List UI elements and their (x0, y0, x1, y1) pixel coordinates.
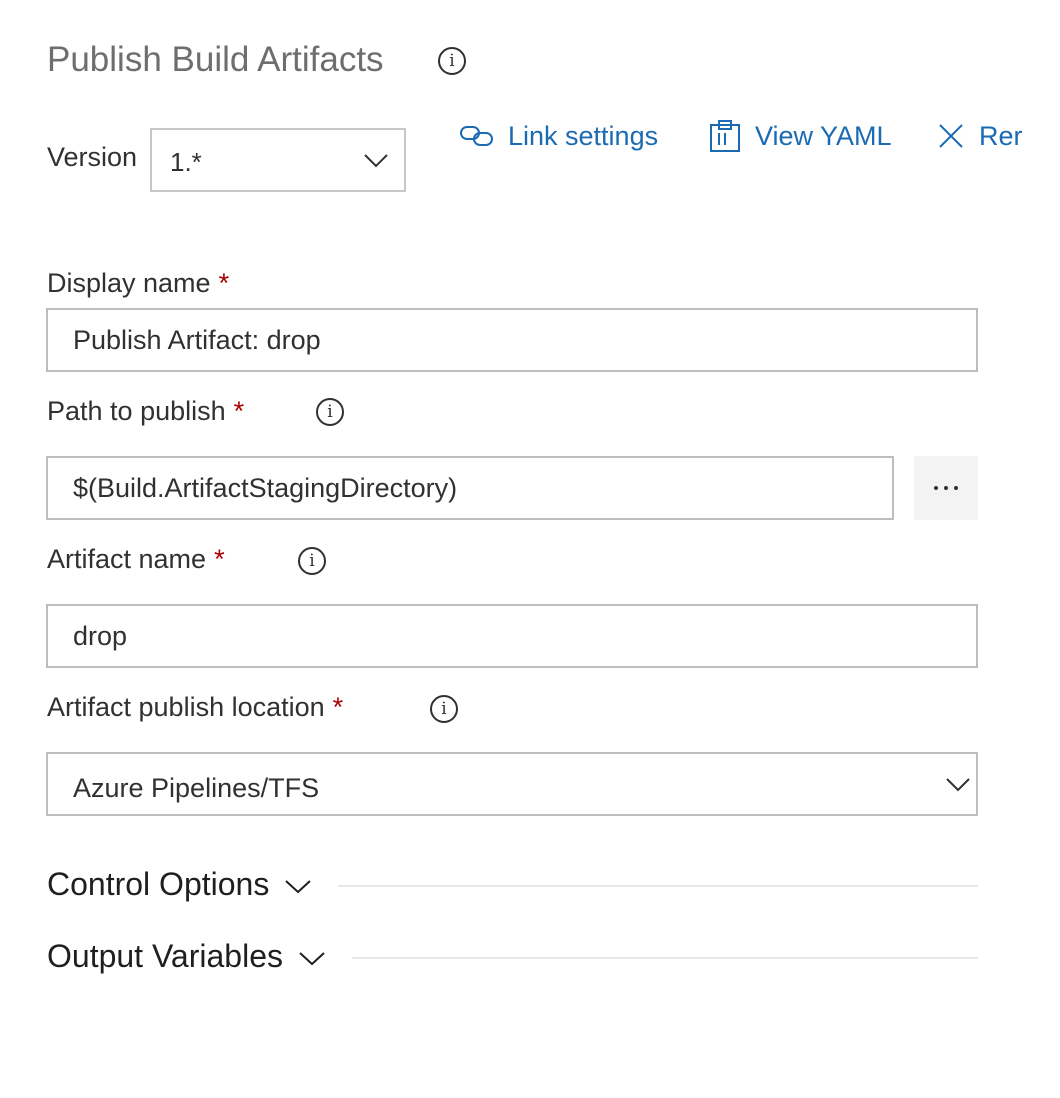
close-icon (939, 124, 963, 148)
remove-label: Rer (979, 121, 1023, 151)
view-yaml-button[interactable]: View YAML (709, 119, 892, 153)
link-icon (460, 126, 493, 146)
publish-location-value: Azure Pipelines/TFS (73, 773, 320, 803)
path-to-publish-input[interactable]: $(Build.ArtifactStagingDirectory) (46, 456, 894, 520)
clipboard-icon (710, 120, 740, 152)
path-to-publish-label: Path to publish * (47, 394, 244, 428)
artifact-name-input[interactable]: drop (46, 604, 978, 668)
control-options-label: Control Options (47, 866, 270, 902)
artifact-name-value: drop (73, 621, 128, 651)
artifact-name-label-text: Artifact name (47, 544, 207, 574)
display-name-value: Publish Artifact: drop (73, 325, 321, 355)
chevron-down-icon (299, 952, 325, 966)
display-name-input[interactable]: Publish Artifact: drop (46, 308, 978, 372)
remove-button[interactable]: Rer (937, 119, 1023, 153)
version-select[interactable]: 1.* (150, 128, 406, 192)
page-title: Publish Build Artifacts (47, 40, 384, 79)
output-variables-toggle[interactable]: Output Variables (47, 936, 325, 976)
version-label: Version (47, 142, 138, 172)
chevron-down-icon (946, 778, 970, 792)
version-value: 1.* (170, 147, 202, 177)
required-marker: * (233, 396, 245, 426)
publish-location-select[interactable]: Azure Pipelines/TFS (46, 752, 978, 816)
output-variables-label: Output Variables (47, 938, 283, 974)
publish-location-label-text: Artifact publish location (47, 692, 325, 722)
view-yaml-label: View YAML (755, 121, 892, 151)
publish-location-label: Artifact publish location * (47, 690, 343, 724)
browse-button[interactable] (914, 456, 978, 520)
required-marker: * (218, 268, 230, 298)
artifact-name-label: Artifact name * (47, 542, 225, 576)
path-to-publish-value: $(Build.ArtifactStagingDirectory) (73, 473, 458, 503)
info-icon[interactable]: i (298, 547, 326, 575)
display-name-label: Display name * (47, 266, 229, 300)
control-options-toggle[interactable]: Control Options (47, 864, 312, 904)
more-icon (934, 486, 958, 490)
divider (338, 885, 978, 887)
info-icon[interactable]: i (430, 695, 458, 723)
path-to-publish-label-text: Path to publish (47, 396, 226, 426)
display-name-label-text: Display name (47, 268, 211, 298)
chevron-down-icon (285, 880, 312, 894)
info-icon[interactable]: i (316, 398, 344, 426)
link-settings-label: Link settings (508, 121, 659, 151)
divider (352, 957, 978, 959)
link-settings-button[interactable]: Link settings (460, 119, 658, 153)
required-marker: * (214, 544, 225, 574)
required-marker: * (332, 692, 344, 722)
info-icon[interactable]: i (438, 47, 466, 75)
chevron-down-icon (364, 154, 388, 168)
